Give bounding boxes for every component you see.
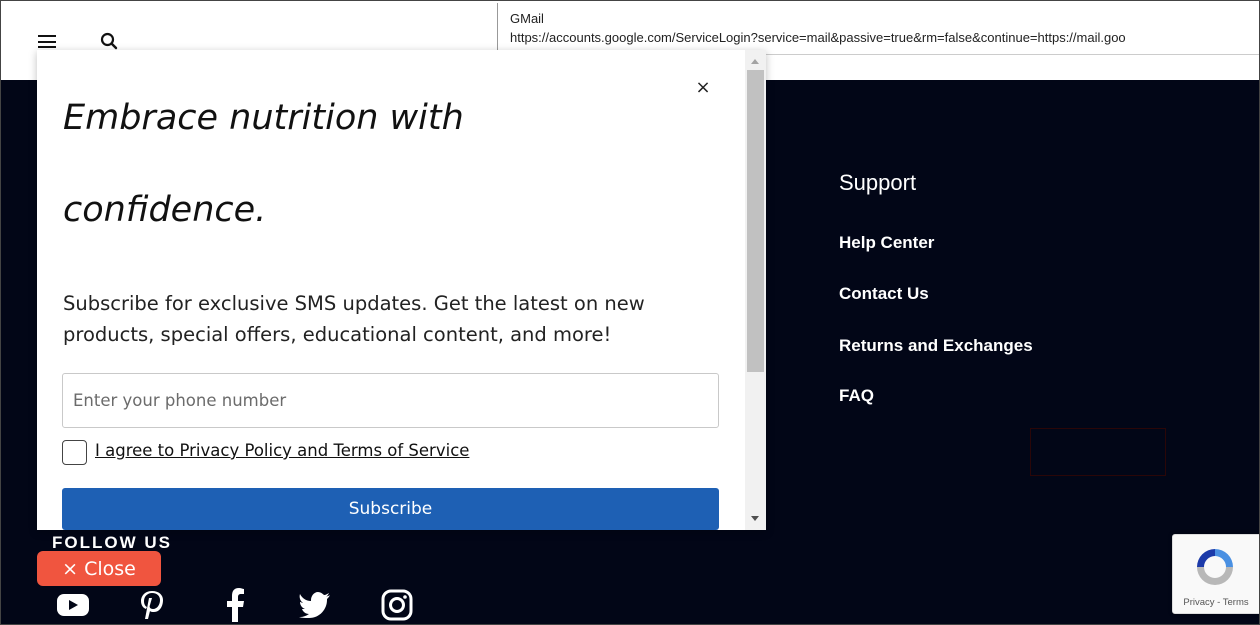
close-popup-button[interactable]: × Close [37,551,161,586]
modal-headline-line2: confidence. [63,190,267,230]
modal-description: Subscribe for exclusive SMS updates. Get… [63,292,645,346]
youtube-icon[interactable] [55,588,91,622]
modal-close-icon[interactable]: × [693,78,713,98]
twitter-icon[interactable] [298,588,332,622]
subscribe-button[interactable]: Subscribe [62,488,719,530]
phone-input[interactable] [62,373,719,428]
instagram-icon[interactable] [379,588,415,622]
recaptcha-icon [1197,549,1233,585]
support-heading: Support [839,170,917,195]
agree-label[interactable]: I agree to Privacy Policy and Terms of S… [95,441,469,460]
hamburger-icon[interactable] [38,35,56,48]
agree-checkbox[interactable] [62,440,87,465]
returns-exchanges-link[interactable]: Returns and Exchanges [839,336,1033,356]
scroll-up-arrow[interactable] [751,59,759,64]
contact-us-link[interactable]: Contact Us [839,284,929,304]
link-tooltip: GMail https://accounts.google.com/Servic… [497,3,1260,55]
facebook-icon[interactable] [220,588,250,622]
scroll-thumb[interactable] [747,70,764,372]
tooltip-url: https://accounts.google.com/ServiceLogin… [510,30,1126,45]
recaptcha-badge[interactable]: Privacy - Terms [1172,534,1260,614]
recaptcha-terms[interactable]: Privacy - Terms [1173,597,1259,608]
sms-signup-modal: × Embrace nutrition with confidence. Sub… [37,50,766,530]
follow-us-heading: FOLLOW US [52,533,172,552]
faq-link[interactable]: FAQ [839,386,874,406]
pinterest-icon[interactable] [135,588,169,622]
help-center-link[interactable]: Help Center [839,233,934,253]
footer-empty-box [1030,428,1166,476]
search-icon[interactable] [100,32,118,50]
tooltip-title: GMail [510,11,544,26]
modal-scrollbar[interactable] [745,50,766,530]
modal-headline-line1: Embrace nutrition with [63,98,464,138]
scroll-down-arrow[interactable] [751,516,759,521]
